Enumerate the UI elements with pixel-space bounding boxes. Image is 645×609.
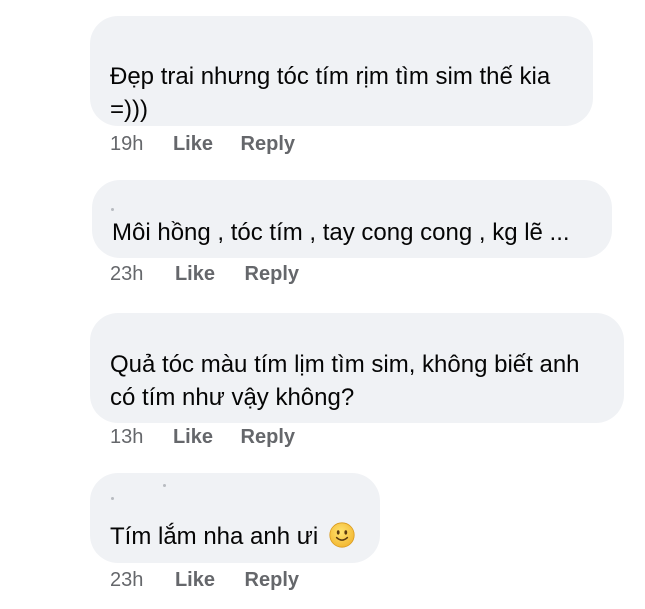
reply-button[interactable]: Reply	[241, 131, 295, 157]
comment-text-body: Tím lắm nha anh ưi	[110, 523, 319, 550]
slightly-smiling-face-icon	[329, 522, 355, 548]
comment-bubble: Đẹp trai nhưng tóc tím rịm tìm sim thế k…	[90, 16, 593, 126]
comment-text: Tím lắm nha anh ưi	[110, 521, 355, 552]
comment-timestamp[interactable]: 19h	[110, 131, 143, 157]
reply-button[interactable]: Reply	[241, 424, 295, 450]
comment-bubble: Tím lắm nha anh ưi	[90, 473, 380, 563]
comment-timestamp[interactable]: 23h	[110, 567, 143, 593]
reply-button[interactable]: Reply	[245, 567, 299, 593]
comment-bubble: Môi hồng , tóc tím , tay cong cong , kg …	[92, 180, 612, 258]
separator-dot	[163, 484, 166, 487]
comment-actions: 23h Like Reply	[110, 261, 299, 287]
separator-dot	[111, 497, 114, 500]
comment-actions: 23h Like Reply	[110, 567, 299, 593]
separator-dot	[111, 208, 114, 211]
comment-actions: 13h Like Reply	[110, 424, 295, 450]
comment-bubble: Quả tóc màu tím lịm tìm sim, không biết …	[90, 313, 624, 423]
like-button[interactable]: Like	[175, 261, 215, 287]
like-button[interactable]: Like	[173, 131, 213, 157]
comment-text: có tím như vậy không?	[110, 384, 355, 411]
comment-text: Quả tóc màu tím lịm tìm sim, không biết …	[110, 351, 580, 378]
comment-actions: 19h Like Reply	[110, 131, 295, 157]
reply-button[interactable]: Reply	[245, 261, 299, 287]
comment-text: Đẹp trai nhưng tóc tím rịm tìm sim thế k…	[110, 63, 551, 90]
like-button[interactable]: Like	[175, 567, 215, 593]
comment-text: =)))	[110, 96, 148, 123]
comment-text: Môi hồng , tóc tím , tay cong cong , kg …	[112, 219, 570, 246]
comment-timestamp[interactable]: 23h	[110, 261, 143, 287]
like-button[interactable]: Like	[173, 424, 213, 450]
comment-timestamp[interactable]: 13h	[110, 424, 143, 450]
